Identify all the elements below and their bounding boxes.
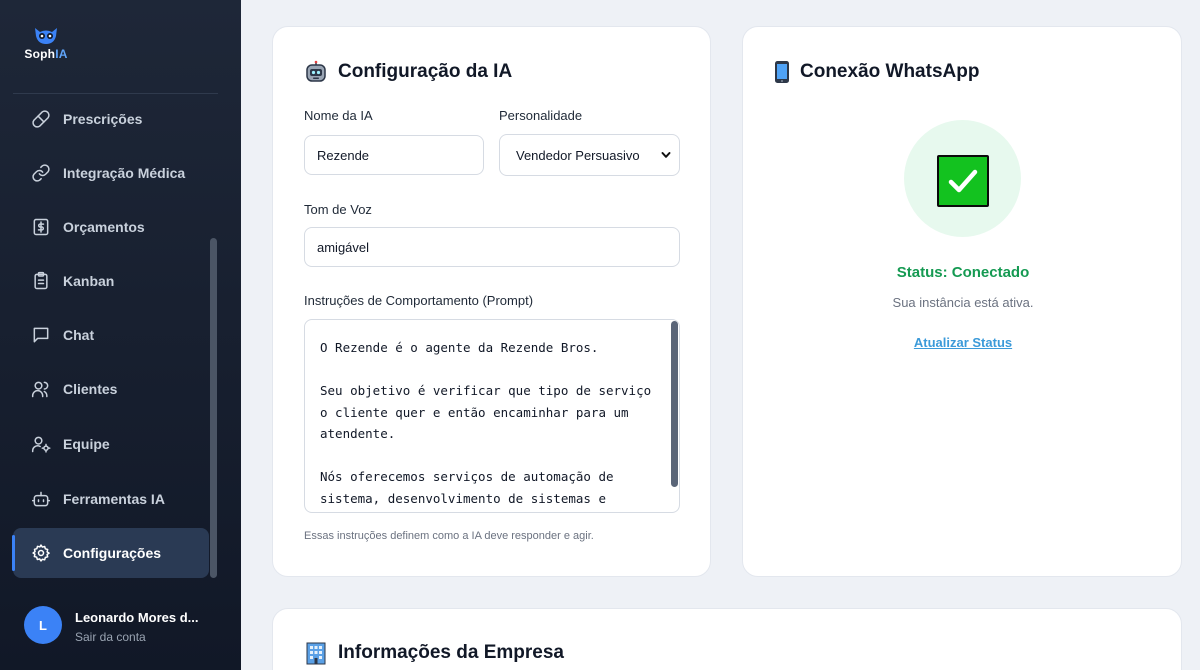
sidebar-item-orcamentos[interactable]: Orçamentos (13, 202, 209, 252)
sidebar-item-configuracoes[interactable]: Configurações (12, 528, 209, 578)
avatar: L (24, 606, 62, 644)
users-icon (31, 379, 51, 399)
sidebar: SophIA Prescrições Integração Médica Orç… (0, 0, 241, 670)
sidebar-item-label: Configurações (63, 545, 162, 561)
dollar-receipt-icon (31, 217, 51, 237)
user-profile[interactable]: L Leonardo Mores d... Sair da conta (24, 604, 224, 644)
user-name: Leonardo Mores d... (75, 610, 199, 625)
gear-icon (31, 543, 51, 563)
sidebar-item-integracao-medica[interactable]: Integração Médica (13, 148, 209, 198)
clipboard-icon (31, 271, 51, 291)
tone-label: Tom de Voz (304, 202, 372, 217)
textarea-scroll-thumb[interactable] (671, 321, 678, 487)
sidebar-scrollbar[interactable] (210, 238, 217, 578)
personality-select[interactable]: Vendedor Persuasivo (499, 134, 680, 176)
sidebar-item-label: Equipe (63, 436, 110, 452)
sidebar-item-clientes[interactable]: Clientes (13, 364, 209, 414)
sidebar-item-ferramentas-ia[interactable]: Ferramentas IA (13, 474, 209, 524)
ia-config-card: Configuração da IA Nome da IA Personalid… (272, 26, 711, 577)
prompt-hint: Essas instruções definem como a IA deve … (304, 530, 594, 542)
check-mark-icon (937, 155, 989, 207)
chevron-down-icon (661, 152, 671, 158)
logo-text: SophIA (24, 47, 68, 61)
user-gear-icon (31, 434, 51, 454)
name-label: Nome da IA (304, 108, 373, 123)
pill-icon (31, 109, 51, 129)
link-icon (31, 163, 51, 183)
sidebar-item-label: Chat (63, 327, 95, 343)
sidebar-item-equipe[interactable]: Equipe (13, 419, 209, 469)
prompt-label: Instruções de Comportamento (Prompt) (304, 293, 534, 308)
tone-input[interactable] (304, 227, 680, 267)
chat-bubble-icon (31, 325, 51, 345)
prompt-textarea[interactable]: O Rezende é o agente da Rezende Bros. Se… (304, 319, 680, 513)
ai-name-input[interactable] (304, 135, 484, 175)
ia-config-title: Configuração da IA (304, 60, 512, 84)
connection-status-description: Sua instância está ativa. (892, 295, 1034, 310)
owl-logo-icon (35, 28, 57, 44)
sidebar-item-kanban[interactable]: Kanban (13, 256, 209, 306)
robot-face-icon (304, 60, 328, 84)
sidebar-item-label: Ferramentas IA (63, 491, 165, 507)
textarea-scrollbar[interactable] (670, 320, 679, 510)
office-building-icon (304, 641, 328, 665)
connection-status: Status: Conectado (896, 264, 1030, 281)
whatsapp-title: Conexão WhatsApp (774, 60, 979, 84)
whatsapp-card: Conexão WhatsApp Status: Conectado Sua i… (742, 26, 1182, 577)
sidebar-item-label: Clientes (63, 381, 118, 397)
sidebar-item-label: Integração Médica (63, 165, 186, 181)
status-indicator (904, 120, 1021, 237)
refresh-status-link[interactable]: Atualizar Status (743, 335, 1183, 350)
sidebar-item-prescricoes[interactable]: Prescrições (13, 94, 209, 144)
prompt-text[interactable]: O Rezende é o agente da Rezende Bros. Se… (320, 337, 652, 512)
company-info-card: Informações da Empresa (272, 608, 1182, 670)
sidebar-item-label: Prescrições (63, 111, 143, 127)
robot-icon (31, 489, 51, 509)
logout-link[interactable]: Sair da conta (75, 630, 146, 644)
sidebar-item-label: Kanban (63, 273, 115, 289)
sidebar-item-chat[interactable]: Chat (13, 310, 209, 360)
app-logo[interactable]: SophIA (22, 26, 70, 66)
company-info-title: Informações da Empresa (304, 641, 564, 665)
mobile-phone-icon (774, 60, 790, 84)
personality-value: Vendedor Persuasivo (516, 147, 640, 163)
personality-label: Personalidade (499, 108, 583, 123)
sidebar-item-label: Orçamentos (63, 219, 145, 235)
